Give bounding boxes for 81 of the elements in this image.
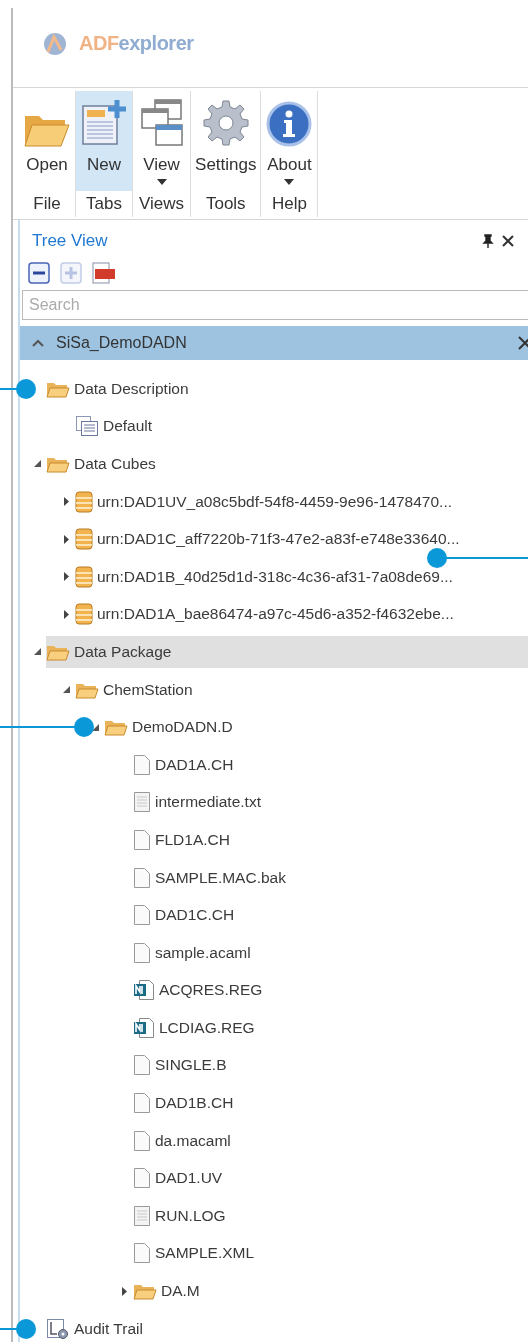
collapse-triangle-icon[interactable] bbox=[61, 685, 71, 695]
tree-item[interactable]: LCDIAG.REG bbox=[133, 1011, 528, 1044]
database-icon bbox=[75, 564, 93, 589]
windows-icon bbox=[139, 99, 184, 147]
tree-item[interactable]: Data Cubes bbox=[46, 448, 528, 480]
app-logo-text: ADFexplorer bbox=[79, 32, 194, 55]
new-document-icon bbox=[81, 99, 127, 147]
tree-item[interactable]: RUN.LOG bbox=[133, 1199, 528, 1232]
expand-triangle-icon[interactable] bbox=[62, 533, 70, 545]
database-icon bbox=[75, 602, 93, 627]
file-header[interactable]: SiSa_DemoDADN bbox=[20, 326, 528, 360]
settings-icon bbox=[201, 99, 250, 147]
pdf-icon[interactable] bbox=[92, 262, 116, 284]
expand-triangle-icon[interactable] bbox=[62, 496, 70, 508]
tree-item[interactable]: urn:DAD1UV_a08c5bdf-54f8-4459-9e96-1478470... bbox=[75, 485, 528, 518]
document-icon bbox=[133, 941, 151, 964]
tree-item[interactable]: DAD1B.CH bbox=[133, 1087, 528, 1120]
document-icon bbox=[133, 753, 151, 776]
folder-icon bbox=[46, 455, 70, 473]
search-field[interactable]: Search bbox=[22, 290, 528, 320]
group-label: Tabs bbox=[85, 193, 123, 215]
document-icon bbox=[133, 1054, 151, 1077]
tree-item[interactable]: urn:DAD1B_40d25d1d-318c-4c36-af31-7a08de69... bbox=[75, 560, 528, 593]
group-label: Tools bbox=[204, 193, 247, 215]
expand-triangle-icon[interactable] bbox=[62, 608, 70, 620]
expand-triangle-icon[interactable] bbox=[120, 1285, 128, 1297]
database-icon bbox=[75, 527, 93, 552]
tree-item[interactable]: intermediate.txt bbox=[133, 786, 528, 819]
ribbon-button[interactable]: New bbox=[76, 91, 132, 191]
database-icon bbox=[75, 489, 93, 514]
chevron-up-icon[interactable] bbox=[30, 337, 46, 349]
tree-item[interactable]: ChemStation bbox=[75, 673, 528, 706]
collapse-triangle-icon[interactable] bbox=[32, 647, 42, 657]
text-document-icon bbox=[133, 1204, 151, 1227]
collapse-all-icon[interactable] bbox=[28, 262, 50, 284]
list-icon bbox=[75, 415, 99, 438]
document-icon bbox=[133, 904, 151, 927]
tree-item[interactable]: SAMPLE.XML bbox=[133, 1237, 528, 1270]
tree-item[interactable]: SAMPLE.MAC.bak bbox=[133, 861, 528, 894]
tree-item[interactable]: DAD1A.CH bbox=[133, 748, 528, 781]
tree-item[interactable]: urn:DAD1A_bae86474-a97c-45d6-a352-f4632ebe... bbox=[75, 598, 528, 631]
group-label: Help bbox=[271, 193, 308, 215]
ribbon-button[interactable]: View bbox=[133, 91, 190, 191]
folder-icon bbox=[104, 718, 128, 737]
tree-item[interactable]: urn:DAD1C_aff7220b-71f3-47e2-a83f-e748e33640... bbox=[75, 523, 528, 556]
tree-item[interactable]: FLD1A.CH bbox=[133, 823, 528, 856]
tree-item[interactable]: DAD1C.CH bbox=[133, 899, 528, 932]
document-icon bbox=[133, 1167, 151, 1190]
tree-item[interactable]: ACQRES.REG bbox=[133, 974, 528, 1007]
tree-item[interactable]: DemoDADN.D bbox=[104, 711, 528, 744]
registry-file-icon bbox=[133, 979, 155, 1002]
ribbon-button[interactable]: Open bbox=[19, 91, 75, 191]
text-document-icon bbox=[133, 791, 151, 814]
document-icon bbox=[133, 866, 151, 889]
panel-title: Tree View bbox=[32, 231, 109, 251]
tree-item[interactable]: da.macaml bbox=[133, 1124, 528, 1157]
ribbon-button[interactable]: About bbox=[261, 91, 318, 191]
group-label: File bbox=[32, 193, 62, 215]
expand-triangle-icon[interactable] bbox=[62, 571, 70, 583]
document-icon bbox=[133, 1242, 151, 1265]
logo-icon bbox=[43, 31, 67, 56]
tree-item[interactable]: Data Package bbox=[46, 635, 528, 668]
tree-item[interactable]: Audit Trail bbox=[46, 1312, 528, 1342]
file-title: SiSa_DemoDADN bbox=[55, 334, 188, 352]
document-icon bbox=[133, 1092, 151, 1115]
close-icon[interactable] bbox=[518, 336, 528, 350]
info-icon bbox=[266, 101, 313, 147]
tree-item[interactable]: sample.acaml bbox=[133, 936, 528, 969]
tree-item[interactable]: Data Description bbox=[46, 372, 528, 405]
document-icon bbox=[133, 828, 151, 851]
folder-icon bbox=[133, 1282, 157, 1301]
ribbon-button[interactable]: Settings bbox=[191, 91, 261, 191]
folder-icon bbox=[24, 113, 70, 147]
tree-item[interactable]: SINGLE.B bbox=[133, 1049, 528, 1082]
collapse-triangle-icon[interactable] bbox=[32, 459, 42, 469]
group-label: Views bbox=[138, 193, 186, 215]
document-icon bbox=[133, 1129, 151, 1152]
tree-item[interactable]: DAD1.UV bbox=[133, 1162, 528, 1195]
tree-item[interactable]: DA.M bbox=[133, 1275, 528, 1308]
tree-item[interactable]: Default bbox=[75, 410, 528, 443]
registry-file-icon bbox=[133, 1016, 155, 1039]
